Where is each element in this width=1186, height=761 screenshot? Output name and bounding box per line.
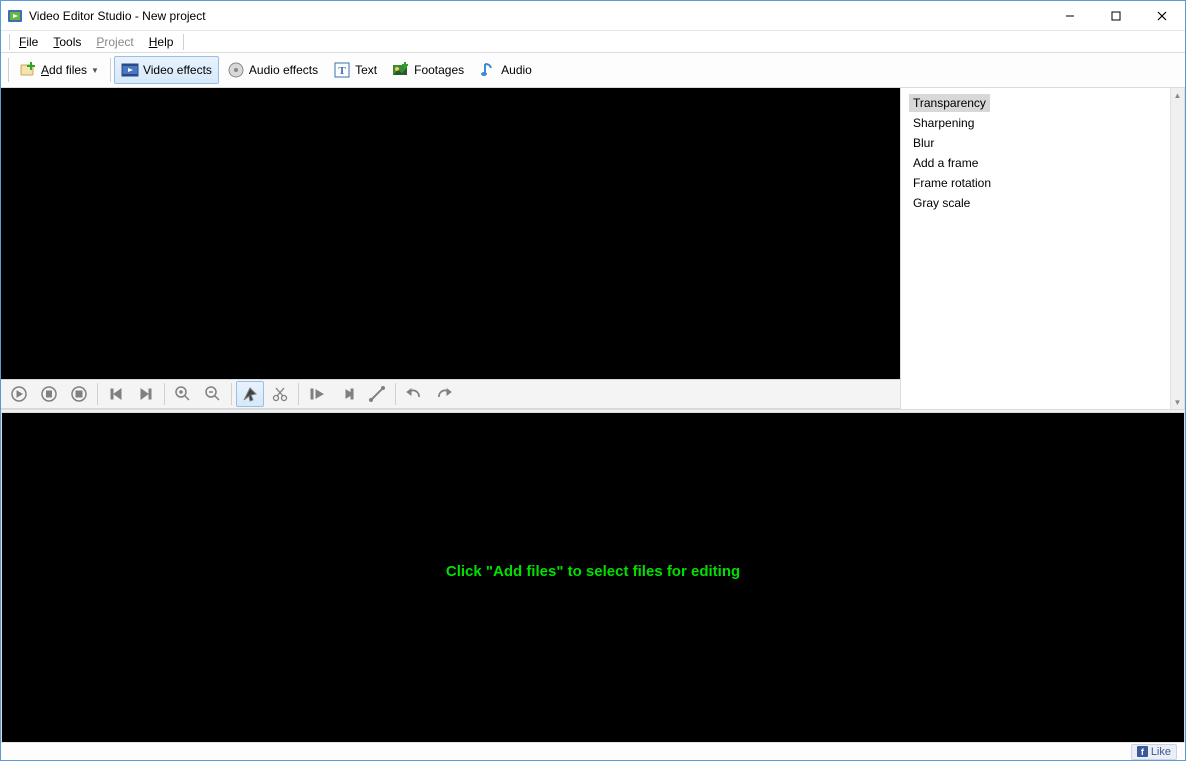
effect-item-frame-rotation[interactable]: Frame rotation: [909, 174, 995, 192]
facebook-like-button[interactable]: f Like: [1131, 744, 1177, 760]
facebook-icon: f: [1137, 746, 1148, 757]
next-frame-button[interactable]: [132, 381, 160, 407]
scroll-down-icon[interactable]: ▼: [1171, 395, 1184, 409]
preview-area: [1, 88, 900, 409]
maximize-button[interactable]: [1093, 1, 1139, 30]
footages-icon: [392, 61, 410, 79]
menu-help[interactable]: Help: [142, 33, 181, 51]
text-button[interactable]: T Text: [326, 56, 384, 84]
zoom-in-button[interactable]: [169, 381, 197, 407]
audio-button[interactable]: Audio: [472, 56, 539, 84]
app-icon: [7, 8, 23, 24]
main-area: Transparency Sharpening Blur Add a frame…: [1, 88, 1185, 409]
audio-effects-icon: [227, 61, 245, 79]
menubar-grip-end: [183, 34, 184, 50]
video-effects-button[interactable]: Video effects: [114, 56, 219, 84]
set-out-button[interactable]: [333, 381, 361, 407]
player-sep-2: [164, 383, 165, 405]
redo-button[interactable]: [430, 381, 458, 407]
window-title: Video Editor Studio - New project: [29, 9, 206, 23]
set-in-button[interactable]: [303, 381, 331, 407]
cut-button[interactable]: [266, 381, 294, 407]
svg-text:T: T: [338, 65, 346, 77]
toolbar-sep-1: [110, 58, 111, 82]
player-controls: [1, 379, 900, 409]
add-files-button[interactable]: Add files ▼: [12, 56, 106, 84]
text-label: Text: [355, 63, 377, 77]
minimize-button[interactable]: [1047, 1, 1093, 30]
effect-item-sharpening[interactable]: Sharpening: [909, 114, 978, 132]
statusbar: f Like: [1, 742, 1185, 760]
audio-icon: [479, 61, 497, 79]
menu-tools[interactable]: Tools: [46, 33, 88, 51]
effect-item-add-a-frame[interactable]: Add a frame: [909, 154, 982, 172]
timeline-hint: Click "Add files" to select files for ed…: [446, 563, 740, 580]
effect-item-blur[interactable]: Blur: [909, 134, 938, 152]
facebook-like-label: Like: [1151, 746, 1171, 758]
footages-label: Footages: [414, 63, 464, 77]
titlebar: Video Editor Studio - New project: [1, 1, 1185, 31]
video-effects-label: Video effects: [143, 63, 212, 77]
toolbar: Add files ▼ Video effects Audio effects …: [1, 53, 1185, 88]
player-sep-5: [395, 383, 396, 405]
effect-item-transparency[interactable]: Transparency: [909, 94, 990, 112]
chevron-down-icon: ▼: [91, 66, 99, 75]
footages-button[interactable]: Footages: [385, 56, 471, 84]
add-files-icon: [19, 61, 37, 79]
stop-button[interactable]: [65, 381, 93, 407]
player-sep-4: [298, 383, 299, 405]
effect-item-gray-scale[interactable]: Gray scale: [909, 194, 974, 212]
player-sep-1: [97, 383, 98, 405]
menubar-grip: [9, 34, 10, 50]
cursor-tool-button[interactable]: [236, 381, 264, 407]
menu-file[interactable]: File: [12, 33, 45, 51]
undo-button[interactable]: [400, 381, 428, 407]
audio-label: Audio: [501, 63, 532, 77]
zoom-out-button[interactable]: [199, 381, 227, 407]
preview-viewport: [1, 88, 900, 379]
toolbar-grip: [8, 58, 9, 82]
text-icon: T: [333, 61, 351, 79]
play-button[interactable]: [5, 381, 33, 407]
prev-frame-button[interactable]: [102, 381, 130, 407]
effects-scrollbar[interactable]: ▲ ▼: [1170, 88, 1184, 409]
pause-button[interactable]: [35, 381, 63, 407]
close-button[interactable]: [1139, 1, 1185, 30]
video-effects-icon: [121, 61, 139, 79]
player-sep-3: [231, 383, 232, 405]
scroll-up-icon[interactable]: ▲: [1171, 88, 1184, 102]
menu-project[interactable]: Project: [89, 33, 140, 51]
audio-effects-button[interactable]: Audio effects: [220, 56, 325, 84]
audio-effects-label: Audio effects: [249, 63, 318, 77]
effects-panel: Transparency Sharpening Blur Add a frame…: [900, 88, 1185, 409]
split-button[interactable]: [363, 381, 391, 407]
menubar: File Tools Project Help: [1, 31, 1185, 53]
timeline-area: Click "Add files" to select files for ed…: [1, 413, 1185, 743]
